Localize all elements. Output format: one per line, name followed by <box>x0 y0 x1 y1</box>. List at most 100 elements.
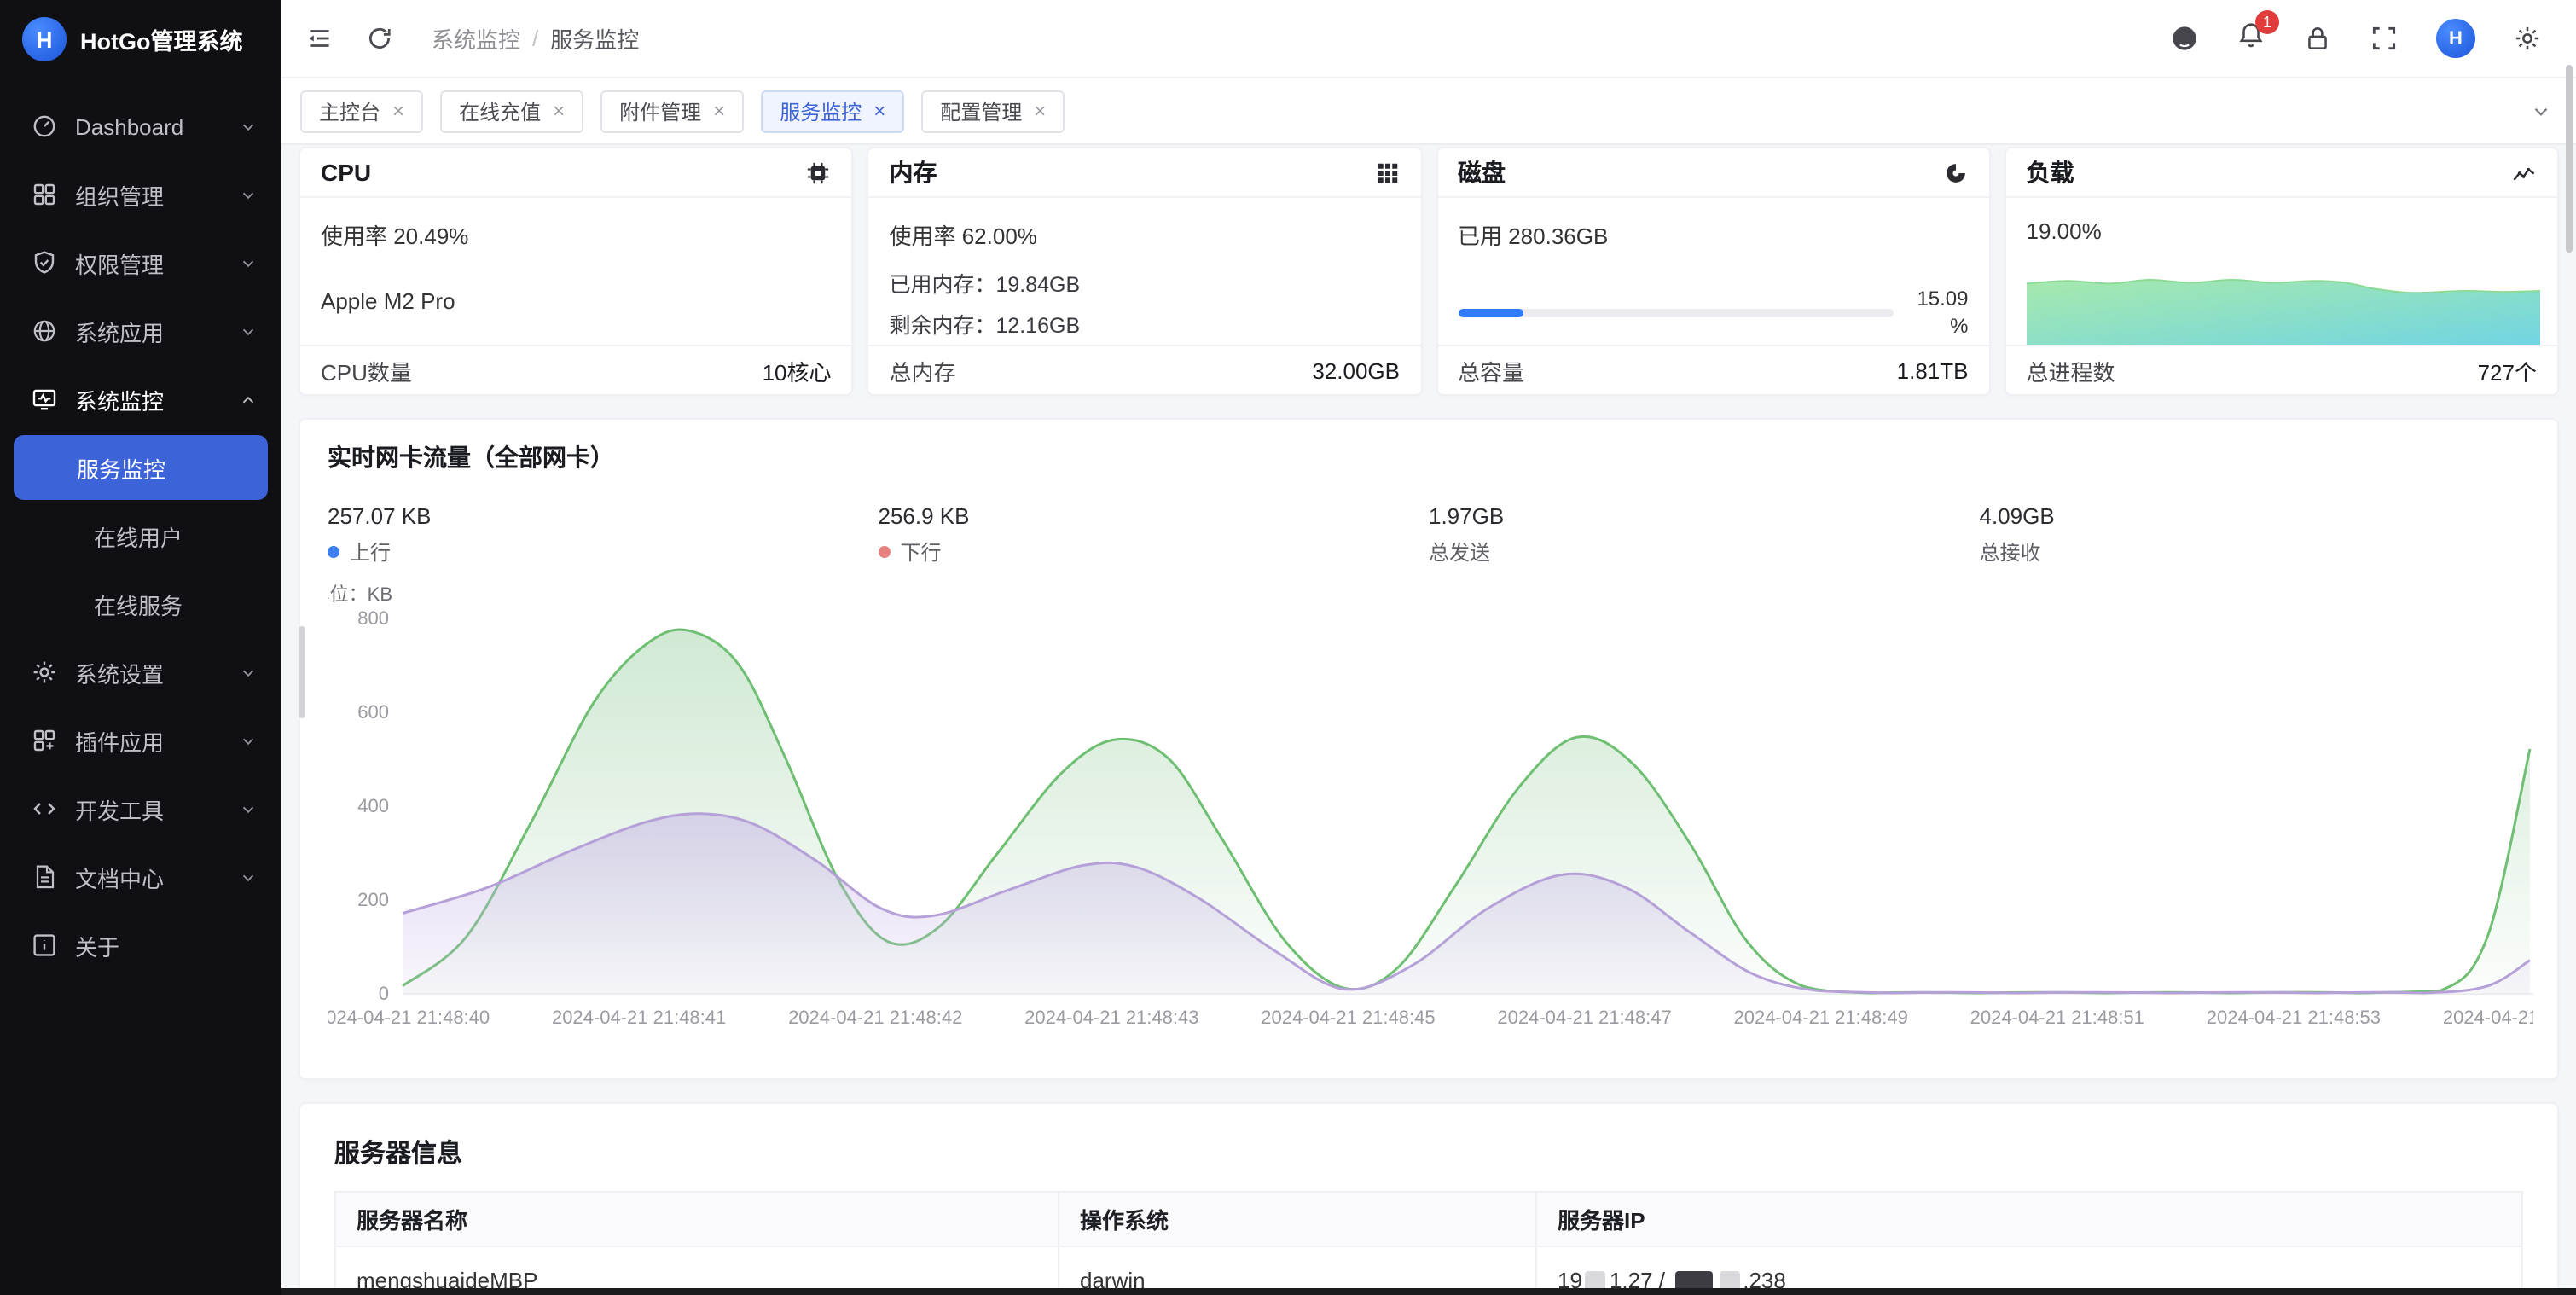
window-bottom-edge <box>281 1288 2576 1295</box>
network-traffic-chart: 0200400600800单位：KB2024-04-21 21:48:40202… <box>300 566 2557 1046</box>
sidebar-item-permission[interactable]: 权限管理 <box>0 229 281 297</box>
memory-used: 已用内存：19.84GB <box>890 266 1401 299</box>
topbar-actions: 1 H <box>2170 19 2542 58</box>
sidebar-item-system-app[interactable]: 系统应用 <box>0 297 281 365</box>
close-icon[interactable]: × <box>1034 101 1046 121</box>
gauge-icon <box>31 113 58 140</box>
svg-text:800: 800 <box>357 607 389 629</box>
chevron-down-icon <box>239 322 258 340</box>
plugin-icon <box>31 727 58 754</box>
card-title: CPU <box>321 159 371 186</box>
network-traffic-card: 实时网卡流量（全部网卡） 257.07 KB 上行 256.9 KB 下行 1.… <box>299 418 2559 1080</box>
memory-usage: 使用率 62.00% <box>890 218 1401 251</box>
memory-grid-icon <box>1374 160 1400 185</box>
page-scrollbar-thumb[interactable] <box>2566 65 2573 253</box>
disk-percent: 15.09 % <box>1911 285 1969 340</box>
svg-text:0: 0 <box>379 983 389 1004</box>
fullscreen-icon[interactable] <box>2370 24 2399 53</box>
sidebar-subitem-service-monitor[interactable]: 服务监控 <box>14 435 268 500</box>
sidebar-item-dashboard[interactable]: Dashboard <box>0 92 281 160</box>
tab-label: 配置管理 <box>940 96 1022 125</box>
memory-free: 剩余内存：12.16GB <box>890 307 1401 340</box>
svg-text:2024-04-21 21:48:49: 2024-04-21 21:48:49 <box>1734 1007 1908 1028</box>
sidebar-subitem-label: 服务监控 <box>77 451 165 484</box>
cpu-card: CPU 使用率 20.49% Apple M2 Pro CPU数量 10核心 <box>299 147 854 396</box>
sidebar-item-label: 系统应用 <box>75 315 239 347</box>
footer-value: 10核心 <box>763 354 832 386</box>
close-icon[interactable]: × <box>713 101 725 121</box>
avatar[interactable]: H <box>2436 19 2475 58</box>
tab-console[interactable]: 主控台 × <box>300 90 423 132</box>
sidebar: H HotGo管理系统 Dashboard 组织管理 权限管理 系统应用 <box>0 0 281 1295</box>
tabbar: 主控台 × 在线充值 × 附件管理 × 服务监控 × 配置管理 × <box>281 78 2576 145</box>
logo-icon: H <box>22 17 67 61</box>
close-icon[interactable]: × <box>873 101 885 121</box>
svg-text:2024-04-21 21:48:55: 2024-04-21 21:48:55 <box>2443 1007 2533 1028</box>
breadcrumb-separator: / <box>532 26 538 51</box>
svg-text:2024-04-21 21:48:51: 2024-04-21 21:48:51 <box>1970 1007 2144 1028</box>
stat-label: 总接收 <box>1980 537 2041 566</box>
chevron-down-icon <box>239 868 258 886</box>
load-percent: 19.00% <box>2027 218 2538 244</box>
server-info-title: 服务器信息 <box>300 1104 2557 1191</box>
chevron-down-icon <box>239 663 258 682</box>
sidebar-subitem-label: 在线用户 <box>94 520 183 552</box>
stat-label: 下行 <box>901 537 942 566</box>
sidebar-item-plugins[interactable]: 插件应用 <box>0 706 281 775</box>
load-card: 负载 19.00% 总进程数 727个 <box>2005 147 2560 396</box>
trend-line-icon <box>2511 160 2537 185</box>
sidebar-collapse-icon[interactable] <box>305 24 334 53</box>
scrollbar-thumb[interactable] <box>299 626 305 718</box>
sidebar-item-label: 组织管理 <box>75 178 239 211</box>
cpu-icon <box>806 160 832 185</box>
card-title: 内存 <box>890 155 937 189</box>
stat-dot-0 <box>328 546 339 558</box>
footer-value: 32.00GB <box>1312 357 1400 383</box>
tab-config[interactable]: 配置管理 × <box>921 90 1065 132</box>
sidebar-item-devtools[interactable]: 开发工具 <box>0 775 281 843</box>
info-icon <box>31 932 58 959</box>
chevron-down-icon <box>239 731 258 750</box>
sidebar-item-label: 文档中心 <box>75 861 239 893</box>
footer-value: 727个 <box>2478 354 2537 386</box>
refresh-icon[interactable] <box>365 24 394 53</box>
footer-label: 总容量 <box>1458 354 1524 386</box>
sidebar-subitem-online-users[interactable]: 在线用户 <box>0 502 281 570</box>
app-logo[interactable]: H HotGo管理系统 <box>0 0 281 78</box>
sidebar-item-label: 关于 <box>75 929 258 961</box>
sidebar-item-label: 系统监控 <box>75 383 239 415</box>
sidebar-item-org[interactable]: 组织管理 <box>0 160 281 229</box>
github-icon[interactable] <box>2170 24 2199 53</box>
lock-icon[interactable] <box>2303 24 2332 53</box>
breadcrumb-root[interactable]: 系统监控 <box>432 22 520 55</box>
server-table: 服务器名称 操作系统 服务器IP mengshuaideMBP darwin 1… <box>334 1191 2523 1295</box>
stat-label: 总发送 <box>1429 537 1490 566</box>
disk-used: 已用 280.36GB <box>1458 218 1969 251</box>
sidebar-subitem-online-services[interactable]: 在线服务 <box>0 570 281 638</box>
sidebar-item-system-settings[interactable]: 系统设置 <box>0 638 281 706</box>
stat-value-down: 256.9 KB <box>879 503 1430 529</box>
breadcrumb: 系统监控 / 服务监控 <box>432 22 639 55</box>
tab-online-recharge[interactable]: 在线充值 × <box>440 90 583 132</box>
memory-card: 内存 使用率 62.00% 已用内存：19.84GB 剩余内存：12.16GB … <box>867 147 1423 396</box>
notifications-button[interactable]: 1 <box>2237 20 2266 57</box>
server-info-card: 服务器信息 服务器名称 操作系统 服务器IP <box>299 1102 2559 1295</box>
settings-gear-icon[interactable] <box>2513 24 2542 53</box>
tab-service-monitor[interactable]: 服务监控 × <box>761 90 904 132</box>
sidebar-item-system-monitor[interactable]: 系统监控 <box>0 365 281 433</box>
close-icon[interactable]: × <box>553 101 565 121</box>
tab-label: 附件管理 <box>619 96 701 125</box>
shield-icon <box>31 249 58 276</box>
tab-label: 服务监控 <box>780 96 862 125</box>
main-area: 系统监控 / 服务监控 1 H 主控台 × 在线 <box>281 0 2576 1295</box>
svg-text:2024-04-21 21:48:45: 2024-04-21 21:48:45 <box>1261 1007 1435 1028</box>
svg-text:200: 200 <box>357 889 389 910</box>
sidebar-item-docs[interactable]: 文档中心 <box>0 843 281 911</box>
sidebar-item-about[interactable]: 关于 <box>0 911 281 979</box>
stat-dot-1 <box>879 546 891 558</box>
tab-list-chevron-icon[interactable] <box>2530 100 2552 122</box>
card-title: 负载 <box>2027 155 2074 189</box>
close-icon[interactable]: × <box>392 101 404 121</box>
card-title: 磁盘 <box>1458 155 1506 189</box>
tab-attachments[interactable]: 附件管理 × <box>600 90 744 132</box>
